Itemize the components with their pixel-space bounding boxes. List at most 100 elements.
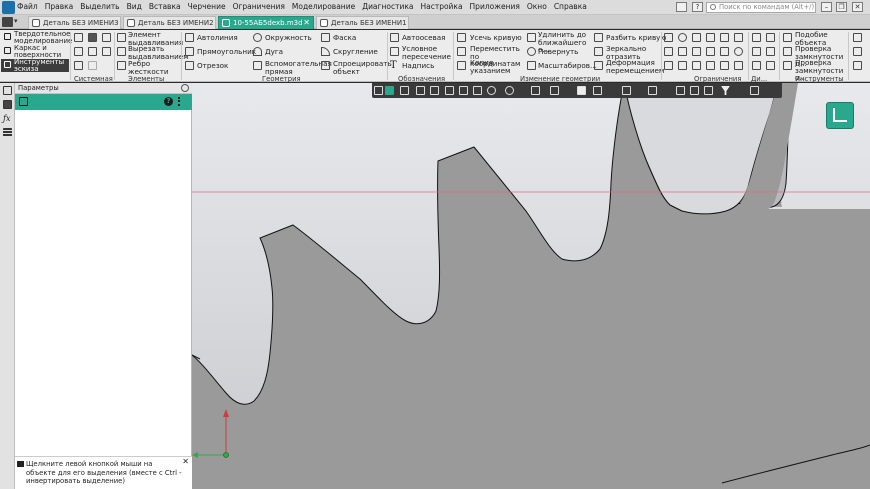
eyedropper-icon[interactable]: [750, 86, 759, 95]
constraint-icon[interactable]: [678, 47, 687, 56]
check-closed-icon[interactable]: [783, 47, 792, 56]
pencil-icon[interactable]: [416, 86, 425, 95]
menu-item[interactable]: Настройка: [420, 2, 462, 11]
check-closed-icon[interactable]: [783, 61, 792, 70]
measure-icon[interactable]: [704, 86, 713, 95]
constraint-icon[interactable]: [734, 33, 743, 42]
fx-icon[interactable]: [853, 47, 862, 56]
chamfer-icon[interactable]: [321, 33, 330, 42]
menu-item[interactable]: Файл: [17, 2, 38, 11]
cut-icon[interactable]: [88, 47, 97, 56]
pen-icon[interactable]: [430, 86, 439, 95]
constraint-icon[interactable]: [664, 47, 673, 56]
fx-icon[interactable]: [853, 33, 862, 42]
parameters-icon[interactable]: [3, 100, 12, 109]
constraint-icon[interactable]: [734, 61, 743, 70]
help-icon[interactable]: ?: [164, 97, 173, 106]
fillet-button[interactable]: Скругление: [333, 48, 378, 56]
grid-dots-icon[interactable]: [374, 86, 383, 95]
list-icon[interactable]: [3, 128, 12, 137]
display-style-icon[interactable]: [593, 86, 602, 95]
constraint-icon[interactable]: [706, 61, 715, 70]
deform-button[interactable]: Деформация перемещением: [606, 59, 664, 74]
tree-icon[interactable]: [3, 86, 12, 95]
trim-button[interactable]: Усечь кривую: [470, 34, 522, 42]
aux-line-button[interactable]: Вспомогательная прямая: [265, 60, 332, 75]
split-curve-icon[interactable]: [594, 33, 603, 42]
mode-solid-modeling[interactable]: Твердотельное моделирование: [1, 31, 72, 44]
close-tab-icon[interactable]: ✕: [303, 17, 310, 29]
trim-icon[interactable]: [457, 33, 466, 42]
constraint-icon[interactable]: [692, 47, 701, 56]
scale-icon[interactable]: [527, 61, 536, 70]
constraint-icon[interactable]: [734, 47, 743, 56]
similar-object-icon[interactable]: [783, 33, 792, 42]
ortho-icon[interactable]: [473, 86, 482, 95]
pan-icon[interactable]: [531, 86, 540, 95]
menu-item[interactable]: Справка: [554, 2, 587, 11]
menu-item[interactable]: Моделирование: [292, 2, 355, 11]
mirror-icon[interactable]: [594, 47, 603, 56]
filter-icon[interactable]: [721, 86, 730, 95]
text-button[interactable]: Надпись: [402, 62, 434, 70]
tab-document-3[interactable]: Деталь БЕЗ ИМЕНИ3: [28, 16, 121, 29]
constraint-icon[interactable]: [706, 33, 715, 42]
rectangle-icon[interactable]: [185, 47, 194, 56]
copy-pick-icon[interactable]: [457, 61, 466, 70]
text-icon[interactable]: T: [390, 61, 399, 71]
zoom-window-icon[interactable]: [505, 86, 514, 95]
constraint-icon[interactable]: [664, 61, 673, 70]
sketch-icon[interactable]: [385, 86, 394, 95]
open-folder-icon[interactable]: [88, 33, 97, 42]
rotate-button[interactable]: Повернуть: [538, 48, 578, 56]
rib-button[interactable]: Ребро жесткости: [128, 60, 172, 75]
extrude-icon[interactable]: [117, 33, 126, 42]
mode-sketch-tools[interactable]: Инструменты эскиза: [1, 59, 69, 72]
options-icon[interactable]: [178, 97, 186, 106]
restore-button[interactable]: ❐: [836, 2, 847, 12]
undo-icon[interactable]: [74, 61, 83, 70]
pin-icon[interactable]: [19, 97, 28, 106]
split-curve-button[interactable]: Разбить кривую: [606, 34, 667, 42]
constraint-icon[interactable]: [678, 61, 687, 70]
menu-item[interactable]: Правка: [45, 2, 74, 11]
auto-axis-icon[interactable]: [390, 33, 399, 42]
circle-icon[interactable]: [253, 33, 262, 42]
gear-icon[interactable]: [181, 84, 189, 92]
layers-icon[interactable]: [690, 86, 699, 95]
new-document-icon[interactable]: [74, 33, 83, 42]
model-canvas[interactable]: [192, 83, 870, 489]
origin-point[interactable]: [223, 452, 229, 458]
cube-view-icon[interactable]: [577, 86, 586, 95]
close-hint-icon[interactable]: ✕: [182, 457, 189, 467]
copy-icon[interactable]: [74, 47, 83, 56]
menu-item[interactable]: Диагностика: [362, 2, 413, 11]
dimension-icon[interactable]: [766, 61, 775, 70]
dimension-icon[interactable]: [752, 61, 761, 70]
constraint-icon[interactable]: [720, 47, 729, 56]
redo-icon[interactable]: [88, 61, 97, 70]
fx-icon[interactable]: [853, 61, 862, 70]
zoom-icon[interactable]: [487, 86, 496, 95]
section-icon[interactable]: [676, 86, 685, 95]
menu-item[interactable]: Приложения: [470, 2, 520, 11]
segment-button[interactable]: Отрезок: [197, 62, 228, 70]
home-icon[interactable]: [2, 17, 13, 27]
constraint-icon[interactable]: [706, 47, 715, 56]
exit-sketch-button[interactable]: [826, 102, 854, 129]
aux-line-icon[interactable]: [253, 61, 262, 70]
rectangle-button[interactable]: Прямоугольник: [197, 48, 256, 56]
cut-extrude-button[interactable]: Вырезать выдавливанием: [128, 45, 189, 60]
menu-item[interactable]: Выделить: [80, 2, 119, 11]
move-icon[interactable]: [457, 47, 466, 56]
tab-document-1[interactable]: Деталь БЕЗ ИМЕНИ1: [316, 16, 409, 29]
project-button[interactable]: Спроецировать объект: [333, 60, 392, 75]
menu-item[interactable]: Вставка: [149, 2, 181, 11]
arc-button[interactable]: Дуга: [265, 48, 283, 56]
snap-icon[interactable]: [445, 86, 454, 95]
minimize-button[interactable]: –: [821, 2, 832, 12]
constraint-icon[interactable]: [720, 33, 729, 42]
command-search-input[interactable]: Поиск по командам (Alt+/): [706, 2, 816, 13]
chamfer-button[interactable]: Фаска: [333, 34, 356, 42]
close-button[interactable]: ✕: [852, 2, 863, 12]
